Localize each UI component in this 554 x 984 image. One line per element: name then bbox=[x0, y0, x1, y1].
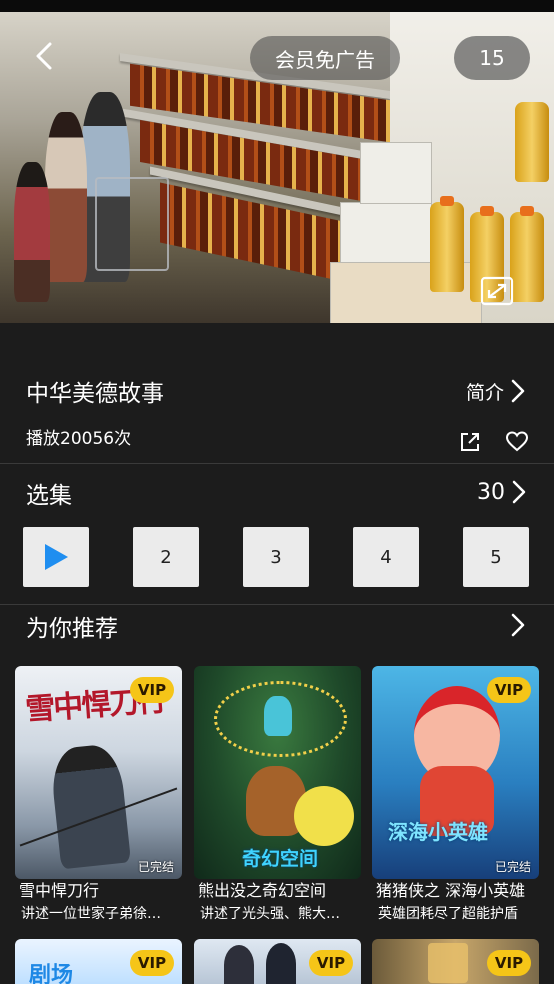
divider bbox=[0, 463, 554, 464]
vip-badge: VIP bbox=[487, 677, 531, 703]
bottle-cap bbox=[520, 206, 534, 216]
recommend-card[interactable]: 深海小英雄 VIP 已完结 猪猪侠之 深海小英雄 英雄团耗尽了超能护盾 bbox=[372, 666, 539, 925]
episodes-more-link[interactable]: 30 bbox=[477, 476, 527, 508]
card-title: 熊出没之奇幻空间 bbox=[198, 881, 327, 900]
episode-4-button[interactable]: 4 bbox=[353, 527, 419, 587]
poster-bear bbox=[294, 786, 354, 846]
chevron-right-icon bbox=[511, 379, 525, 403]
ad-free-label: 会员免广告 bbox=[275, 47, 375, 72]
intro-link[interactable]: 简介 bbox=[466, 375, 526, 407]
favorite-button[interactable] bbox=[505, 430, 529, 454]
ad-free-button[interactable]: 会员免广告 bbox=[250, 36, 400, 80]
ad-countdown: 15 bbox=[454, 36, 530, 80]
status-label: 已完结 bbox=[494, 860, 531, 874]
episodes-total: 30 bbox=[477, 479, 505, 505]
video-title: 中华美德故事 bbox=[26, 381, 164, 407]
bottle-cap bbox=[440, 196, 454, 206]
episode-number: 4 bbox=[380, 546, 392, 568]
card-title: 雪中悍刀行 bbox=[19, 881, 100, 900]
shopping-cart bbox=[95, 177, 169, 271]
poster-title: 奇幻空间 bbox=[242, 848, 319, 870]
play-count: 播放20056次 bbox=[26, 429, 132, 449]
episode-number: 5 bbox=[490, 546, 502, 568]
episode-3-button[interactable]: 3 bbox=[243, 527, 309, 587]
chevron-right-icon bbox=[512, 480, 526, 504]
poster-image: 深海小英雄 VIP 已完结 bbox=[372, 666, 539, 879]
back-button[interactable] bbox=[24, 34, 64, 78]
episode-number: 2 bbox=[160, 546, 172, 568]
oil-bottle bbox=[515, 102, 549, 182]
recommend-card[interactable]: VIP bbox=[194, 939, 361, 984]
vip-badge: VIP bbox=[130, 950, 174, 976]
episode-2-button[interactable]: 2 bbox=[133, 527, 199, 587]
fullscreen-icon bbox=[480, 276, 514, 306]
recommend-title: 为你推荐 bbox=[26, 616, 118, 642]
poster-title: 深海小英雄 bbox=[388, 820, 488, 844]
poster-figure bbox=[266, 943, 296, 984]
recommend-more-button[interactable] bbox=[510, 613, 534, 641]
oil-bottle bbox=[510, 212, 544, 302]
play-icon bbox=[45, 544, 68, 570]
poster-image: 雪中悍刀行 VIP 已完结 bbox=[15, 666, 182, 879]
product-box bbox=[360, 142, 432, 204]
oil-bottle bbox=[430, 202, 464, 292]
vip-badge: VIP bbox=[487, 950, 531, 976]
episode-1-button[interactable] bbox=[23, 527, 89, 587]
card-description: 英雄团耗尽了超能护盾 bbox=[378, 906, 518, 922]
recommend-card[interactable]: 雪中悍刀行 VIP 已完结 雪中悍刀行 讲述一位世家子弟徐凤年 bbox=[15, 666, 182, 925]
bottle-cap bbox=[480, 206, 494, 216]
card-title: 猪猪侠之 深海小英雄 bbox=[376, 881, 526, 900]
poster-figure bbox=[48, 742, 132, 870]
poster-deer bbox=[264, 696, 292, 736]
recommend-card[interactable]: 剧场 VIP bbox=[15, 939, 182, 984]
heart-icon bbox=[505, 431, 529, 452]
episode-number: 3 bbox=[270, 546, 282, 568]
poster-figure bbox=[224, 945, 254, 984]
recommend-card[interactable]: 奇幻空间 熊出没之奇幻空间 讲述了光头强、熊大熊二 bbox=[194, 666, 361, 925]
fullscreen-button[interactable] bbox=[480, 276, 514, 306]
share-icon bbox=[461, 433, 479, 451]
divider bbox=[0, 604, 554, 605]
status-bar bbox=[0, 0, 554, 12]
poster-image: 奇幻空间 bbox=[194, 666, 361, 879]
person-child bbox=[14, 162, 50, 302]
countdown-value: 15 bbox=[479, 46, 505, 70]
video-player[interactable]: 会员免广告 15 bbox=[0, 12, 554, 323]
poster-art bbox=[428, 943, 468, 983]
episodes-title: 选集 bbox=[26, 483, 72, 509]
vip-badge: VIP bbox=[130, 677, 174, 703]
status-label: 已完结 bbox=[137, 860, 174, 874]
card-description: 讲述一位世家子弟徐凤年 bbox=[21, 906, 173, 922]
poster-title: 剧场 bbox=[29, 963, 74, 984]
share-button[interactable] bbox=[458, 430, 482, 454]
person-mother bbox=[45, 112, 87, 282]
card-description: 讲述了光头强、熊大熊二 bbox=[200, 906, 352, 922]
intro-label: 简介 bbox=[466, 381, 505, 404]
back-arrow-icon bbox=[36, 42, 52, 70]
recommend-card[interactable]: VIP bbox=[372, 939, 539, 984]
vip-badge: VIP bbox=[309, 950, 353, 976]
chevron-right-icon bbox=[511, 613, 525, 637]
episode-5-button[interactable]: 5 bbox=[463, 527, 529, 587]
